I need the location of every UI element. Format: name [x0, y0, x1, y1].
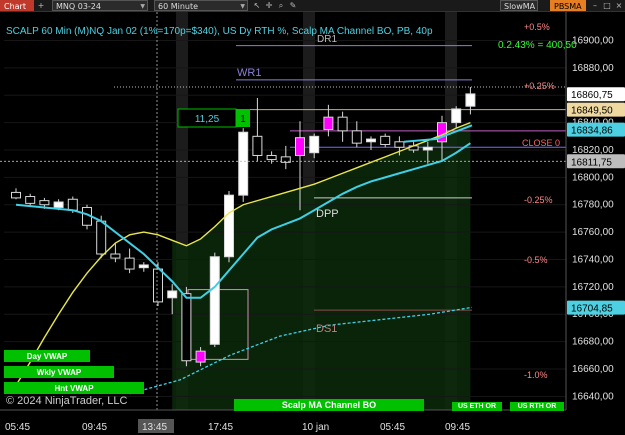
us-eth-or-badge-label: US ETH OR [458, 403, 496, 410]
index-flag-label: 1 [240, 114, 246, 125]
candle-body [209, 256, 220, 345]
period-selector[interactable]: 60 Minute ▼ [154, 0, 248, 11]
chevron-down-icon: ▼ [140, 3, 145, 10]
time-axis[interactable]: 05:45 09:45 13:45 17:45 10 jan 05:45 09:45 [0, 409, 566, 435]
price-tick-label: 16800,00 [572, 172, 614, 183]
slow-ma-button[interactable]: SlowMA [500, 0, 538, 11]
instrument-selector[interactable]: MNQ 03-24 ▼ [52, 0, 148, 11]
price-marker-label: 16834,86 [571, 126, 613, 137]
candle-body [351, 130, 362, 144]
candle-body [53, 201, 64, 208]
price-tick-label: 16900,00 [572, 36, 614, 47]
candle-body [25, 196, 36, 204]
dpp-label: DPP [316, 208, 339, 220]
close-label: CLOSE 0 [522, 138, 560, 148]
minus-half-pct-label: -0.5% [524, 255, 548, 265]
period-label: 60 Minute [158, 2, 199, 11]
candle-body [451, 108, 462, 124]
candle-body [110, 253, 121, 259]
candle-body [266, 154, 277, 161]
pbsma-button[interactable]: PBSMA [550, 0, 586, 11]
candle-body [67, 198, 78, 211]
price-tick-label: 16640,00 [572, 391, 614, 402]
crosshair-icon[interactable]: ✛ [264, 0, 274, 11]
minimize-icon[interactable]: – [590, 0, 600, 11]
time-tick-label: 05:45 [380, 422, 405, 433]
candle-body [195, 350, 206, 363]
candle-body [323, 116, 334, 130]
price-tick-label: 16660,00 [572, 364, 614, 375]
price-chart[interactable]: 16900,0016880,0016860,0016840,0016820,00… [0, 12, 625, 435]
candle-body [153, 268, 163, 303]
candle-body [238, 131, 249, 196]
copyright-text: © 2024 NinjaTrader, LLC [6, 395, 127, 407]
candle-body [181, 293, 192, 362]
time-tick-label: 09:45 [445, 422, 470, 433]
candle-body [366, 138, 376, 143]
price-tick-label: 16880,00 [572, 63, 614, 74]
value-flag-label: 11,25 [195, 114, 220, 125]
cursor-icon[interactable]: ↖ [252, 0, 262, 11]
candle-body [380, 135, 391, 146]
wr1-label: WR1 [237, 67, 261, 79]
price-axis[interactable]: 16900,0016880,0016860,0016840,0016820,00… [565, 12, 625, 435]
chart-tab[interactable]: Chart [0, 0, 34, 11]
candle-body [224, 194, 234, 258]
price-tick-label: 16780,00 [572, 200, 614, 211]
minus-one-pct-label: -1.0% [524, 370, 548, 380]
candle-body [11, 191, 21, 199]
minus-quarter-pct-label: -0.25% [524, 195, 553, 205]
candle-body [124, 257, 135, 270]
price-tick-label: 16760,00 [572, 227, 614, 238]
price-marker-label: 16849,50 [571, 106, 613, 117]
close-icon[interactable]: × [614, 0, 624, 11]
candle-body [309, 135, 320, 154]
percent-readout: 0.2.43% = 400,50 [498, 40, 577, 51]
dr1-label: DR1 [317, 34, 337, 45]
chevron-down-icon: ▼ [240, 3, 245, 10]
chart-title: SCALP 60 Min (M)NQ Jan 02 (1%=170p=$340)… [6, 26, 433, 37]
candle-body [252, 135, 263, 156]
wkly-vwap-badge-label: Wkly VWAP [37, 368, 82, 377]
price-marker-label: 16860,75 [571, 90, 613, 101]
us-rth-or-badge-label: US RTH OR [518, 403, 557, 410]
instrument-label: MNQ 03-24 [56, 2, 101, 11]
day-vwap-badge-label: Day VWAP [27, 352, 68, 361]
candle-body [337, 116, 348, 132]
price-tick-label: 16720,00 [572, 282, 614, 293]
candle-body [422, 146, 433, 151]
hnt-vwap-badge-label: Hnt VWAP [54, 384, 94, 393]
zoom-icon[interactable]: ⌕ [276, 0, 286, 11]
new-tab-icon[interactable]: + [36, 0, 46, 11]
time-tick-label: 05:45 [5, 422, 30, 433]
toolbar: Chart + MNQ 03-24 ▼ 60 Minute ▼ ↖ ✛ ⌕ ✎ Sl… [0, 0, 625, 12]
candle-body [394, 141, 405, 148]
candle-body [96, 220, 107, 255]
price-tick-label: 16740,00 [572, 254, 614, 265]
price-marker-label: 16811,75 [571, 157, 612, 168]
ds1-label: DS1 [316, 323, 337, 335]
candle-body [167, 290, 178, 299]
draw-icon[interactable]: ✎ [288, 0, 298, 11]
maximize-icon[interactable]: □ [602, 0, 612, 11]
plus-half-pct-label: +0.5% [524, 22, 550, 32]
plus-quarter-pct-label: +0.25% [524, 81, 555, 91]
candle-body [295, 137, 305, 156]
time-tick-label: 09:45 [82, 422, 107, 433]
time-tick-label: 17:45 [208, 422, 233, 433]
candle-body [39, 200, 50, 206]
candle-body [138, 264, 149, 269]
time-tick-label: 13:45 [142, 422, 167, 433]
candle-body [465, 93, 476, 107]
price-tick-label: 16680,00 [572, 337, 614, 348]
price-marker-label: 16704,85 [571, 304, 613, 315]
scalp-bo-badge-label: Scalp MA Channel BO [282, 400, 376, 410]
time-tick-label: 10 jan [302, 422, 329, 433]
